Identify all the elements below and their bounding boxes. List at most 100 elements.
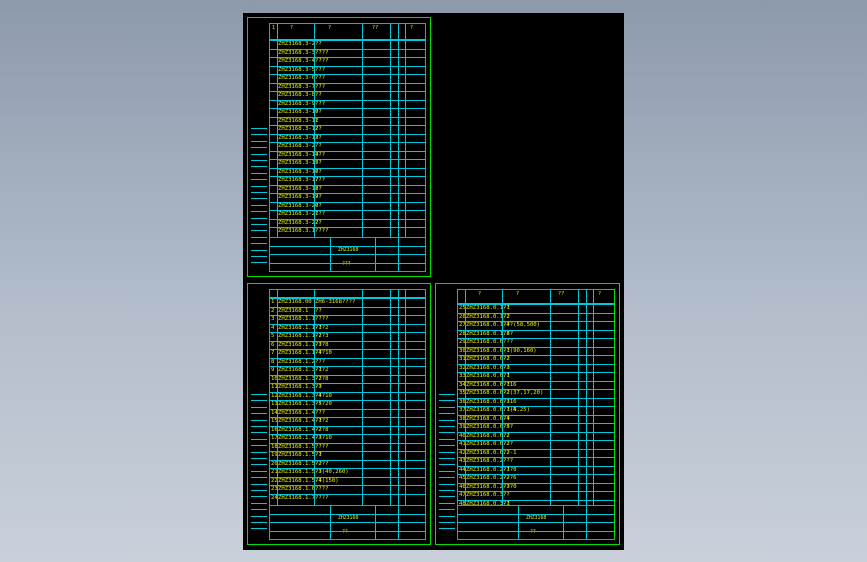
table-row[interactable]: 18 ZHZ3168.1.5???? [270,442,425,451]
table-row[interactable]: 9 ZHZ3168.1.3-1 ???2 [270,366,425,374]
table-row[interactable]: 33 ZHZ3168.0.6.1?? [458,372,614,380]
table-row[interactable]: ZHZ3168.3-6??? [270,74,425,82]
grid-column-line [465,290,466,505]
drawing-sheet-bottom-right: ? ? ?? ? 25 ZHZ3168.0.1-1?? 26 ZHZ3168.0.1-… [435,283,620,545]
table-row[interactable]: 8 ZHZ3168.1.2??? [270,357,425,366]
table-row[interactable]: 47 ZHZ3168.0.3?? [458,491,614,499]
grid-column-line [593,290,594,505]
table-row[interactable]: 40 ZHZ3168.0.6.2?? [458,431,614,440]
table-row[interactable]: ZHZ3168.3-19?? [270,193,425,201]
table-row[interactable]: 5 ZHZ3168.1.1-2 ???3 [270,332,425,340]
table-row[interactable]: 39 ZHZ3168.0.6-5??? [458,423,614,431]
table-row[interactable]: ZHZ3168.3-7??? [270,82,425,91]
revision-cell [251,438,267,444]
table-row[interactable]: 34 ZHZ3168.0.6-1 ??16 [458,380,614,389]
table-row[interactable]: 42 ZHZ3168.0.6.2-1?? [458,448,614,457]
table-row[interactable]: ZHZ3168.3-3???? [270,48,425,57]
table-row[interactable]: ZHZ3168.3-2?? [270,40,425,48]
table-row[interactable]: ZHZ3168.3-21??? [270,210,425,218]
cell-code: ZHZ3168.3-13 [278,134,319,141]
table-row[interactable]: 29 ZHZ3168.0.6??? [458,338,614,346]
table-row[interactable]: ZHZ3168.3-2?? [270,142,425,150]
cell-name: ? [315,117,319,124]
table-row[interactable]: ZHZ3168.3-11? [270,116,425,125]
table-row[interactable]: ZHZ3168.3.1???? [270,227,425,235]
table-row[interactable]: 15 ZHZ3168.1.4-1 ???2 [270,417,425,425]
revision-cell [251,249,267,255]
cell-name: ??16 [503,381,517,388]
table-row[interactable]: ZHZ3168.3-13?? [270,133,425,142]
table-row[interactable]: ZHZ3168.3-9??? [270,99,425,108]
title-block-line [398,238,399,271]
cell-name: ?? [315,126,322,132]
table-row[interactable]: 11 ZHZ3168.1.3-3?? [270,383,425,391]
grid-column-line [362,290,363,505]
table-row[interactable]: 46 ZHZ3168.0.2-3 ???0 [458,482,614,491]
title-block-line [270,531,425,532]
table-row[interactable]: 38 ZHZ3168.0.6-4?? [458,414,614,423]
revision-cell [251,128,267,133]
table-row[interactable]: ZHZ3168.3-15?? [270,159,425,167]
cell-name: ??? [315,151,326,158]
grid-column-line [390,290,391,505]
table-row[interactable]: 10 ZHZ3168.1.3-2 ???8 [270,374,425,383]
table-row[interactable]: 28 ZHZ3168.0.1.8??? [458,329,614,338]
table-row[interactable]: 43 ZHZ3168.0.2??? [458,457,614,465]
cell-name: ?? [503,432,510,439]
table-row[interactable]: ZHZ3168.3-18?? [270,184,425,193]
revision-cell [251,496,267,501]
revision-cell [439,483,455,489]
table-row[interactable]: 2 ZHZ3168.1?? [270,306,425,315]
table-row[interactable]: 19 ZHZ3168.1.5-1?? [270,451,425,459]
table-row[interactable]: 17 ZHZ3168.1.4-3 ???10 [270,434,425,442]
title-block-line [270,263,425,264]
table-row[interactable]: 23 ZHZ3168.1.6???? [270,485,425,493]
cell-code: ZHZ3168.0.2 [466,458,504,464]
table-row[interactable]: 13 ZHZ3168.1.3-5 ???20 [270,400,425,408]
revision-cell [251,172,267,178]
table-row[interactable]: 36 ZHZ3168.0.6-3 ??16 [458,397,614,406]
table-row[interactable]: 3 ZHZ3168.1.1???? [270,315,425,323]
cell-name: ?? [315,41,322,47]
table-row[interactable]: ZHZ3168.3-4???? [270,57,425,65]
title-block-line [458,514,614,515]
table-row[interactable]: 6 ZHZ3168.1.1-3 ???8 [270,340,425,349]
table-row[interactable]: 32 ZHZ3168.0.6-3?? [458,363,614,372]
cad-drawing-canvas[interactable]: 1 ? ? ?? ? ZHZ3168.3-2?? ZHZ3168.3-3???? Z… [243,13,624,550]
table-row[interactable]: ZHZ3168.3-20?? [270,201,425,210]
table-row[interactable]: 27 ZHZ3168.0.1-4 ???(58,500) [458,321,614,329]
table-row[interactable]: 7 ZHZ3168.1.1-4 ???10 [270,349,425,357]
table-row[interactable]: 16 ZHZ3168.1.4-2 ???8 [270,425,425,434]
table-row[interactable]: ZHZ3168.3-16?? [270,167,425,176]
table-row[interactable]: 41 ZHZ3168.0.6-2??? [458,440,614,448]
table-row[interactable]: 45 ZHZ3168.0.2-2 ???6 [458,474,614,482]
table-row[interactable]: 26 ZHZ3168.0.1-2?? [458,312,614,321]
table-row[interactable]: 31 ZHZ3168.0.6-2?? [458,355,614,363]
title-drawing-number: ZHZ3168 [526,516,547,521]
table-row[interactable]: ZHZ3168.3-5??? [270,65,425,74]
table-row[interactable]: 20 ZHZ3168.1.5-2???? [270,459,425,468]
table-row[interactable]: ZHZ3168.3-17??? [270,176,425,184]
table-row[interactable]: ZHZ3168.3-10?? [270,108,425,116]
cell-name: ??? [503,330,514,337]
table-row[interactable]: ZHZ3168.3-14??? [270,150,425,159]
table-row[interactable]: ZHZ3168.3-12?? [270,125,425,133]
table-row[interactable]: 25 ZHZ3168.0.1-1?? [458,304,614,312]
table-row[interactable]: ZHZ3168.3-8?? [270,91,425,99]
table-row[interactable]: 12 ZHZ3168.1.3-4 ???10 [270,391,425,400]
table-row[interactable]: 4 ZHZ3168.1.1-1 ???2 [270,323,425,332]
table-row[interactable]: 21 ZHZ3168.1.5-3 ??(40,260) [270,468,425,476]
table-row[interactable]: ZHZ3168.3-22?? [270,218,425,227]
cell-name: ?? [503,373,510,379]
table-row[interactable]: 30 ZHZ3168.0.6-1 ??(90,160) [458,346,614,355]
table-row[interactable]: 24 ZHZ3168.1.7???? [270,493,425,502]
table-row[interactable]: 35 ZHZ3168.0.6-2 ??(37,17,20) [458,389,614,397]
header-name: ? [328,25,332,31]
table-row[interactable]: 14 ZHZ3168.1.4??? [270,408,425,417]
table-row[interactable]: 22 ZHZ3168.1.5-4 ??(150) [270,476,425,485]
table-row[interactable]: 1 ZHZ3168.00 ZH6-3168???? [270,298,425,306]
table-row[interactable]: 44 ZHZ3168.0.2-1 ???0 [458,465,614,474]
table-row[interactable]: 37 ZHZ3168.0.6.1-4 ??(5,25) [458,406,614,414]
cell-name: ???? [315,494,329,501]
cell-name: ???? [315,486,329,492]
